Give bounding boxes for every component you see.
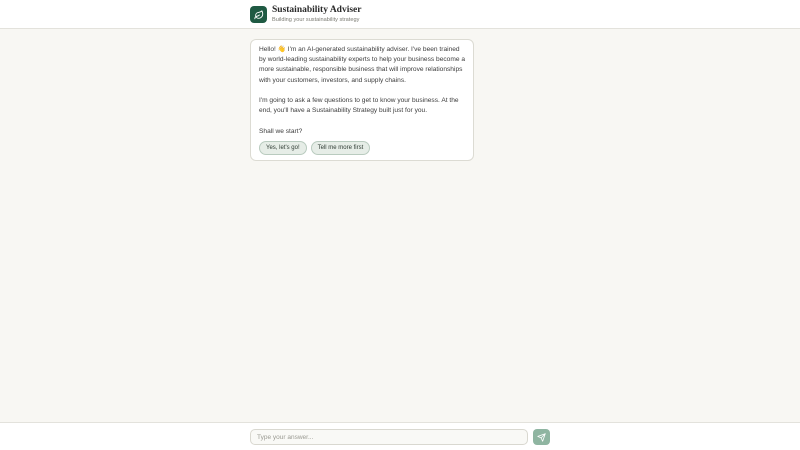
send-icon [537, 432, 546, 442]
logo [250, 6, 267, 23]
quick-replies: Yes, let's go! Tell me more first [259, 141, 371, 155]
message-paragraph-intro: Hello! 👋 I'm an AI-generated sustainabil… [259, 46, 465, 84]
composer-bar [0, 422, 800, 450]
message-paragraph-question: Shall we start? [259, 127, 303, 135]
leaf-icon [253, 9, 263, 19]
yes-lets-go-button[interactable]: Yes, let's go! [259, 141, 307, 155]
assistant-message: Hello! 👋 I'm an AI-generated sustainabil… [250, 39, 474, 161]
send-button[interactable] [533, 429, 550, 445]
message-paragraph-process: I'm going to ask a few questions to get … [259, 97, 459, 115]
app-header: Sustainability Adviser Building your sus… [0, 0, 800, 29]
tell-me-more-button[interactable]: Tell me more first [310, 141, 371, 155]
app-subtitle: Building your sustainability strategy [272, 17, 360, 23]
answer-input[interactable] [250, 429, 528, 445]
app-title: Sustainability Adviser [272, 5, 362, 15]
